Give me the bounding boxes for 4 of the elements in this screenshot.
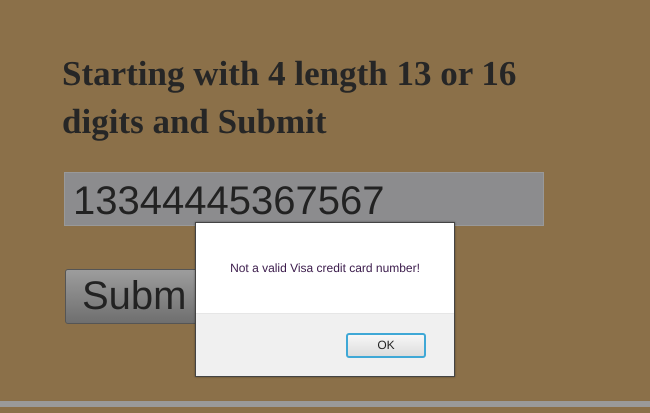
ok-button[interactable]: OK: [346, 332, 426, 358]
alert-message: Not a valid Visa credit card number!: [230, 261, 420, 275]
card-number-field[interactable]: 13344445367567: [64, 172, 544, 226]
instruction-heading: Starting with 4 length 13 or 16 digits and Submit: [62, 53, 518, 143]
